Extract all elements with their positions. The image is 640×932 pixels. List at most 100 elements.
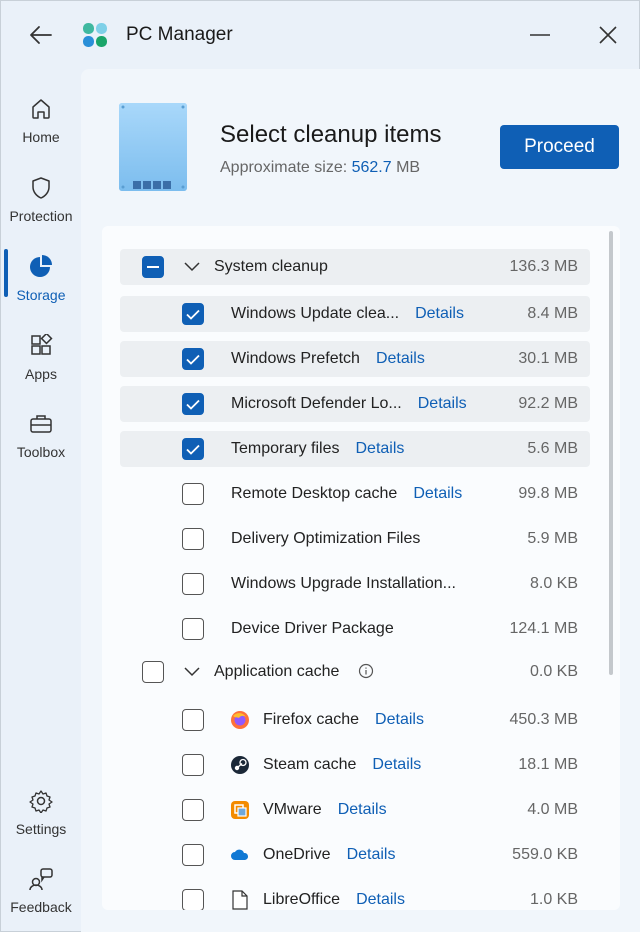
nav-item-feedback[interactable]: Feedback	[1, 857, 81, 929]
app-cache-row[interactable]: Steam cache Details 18.1 MB	[120, 747, 590, 783]
system-cleanup-row[interactable]: Temporary files Details 5.6 MB	[120, 431, 590, 467]
details-link[interactable]: Details	[413, 485, 462, 502]
item-checkbox[interactable]	[182, 889, 204, 910]
pc-manager-window: PC Manager Home Protection Storage Apps …	[0, 0, 640, 932]
chevron-down-icon	[184, 262, 200, 272]
approximate-size-label: Approximate size:	[220, 159, 352, 176]
group-checkbox-system-cleanup[interactable]	[142, 256, 164, 278]
steam-icon	[230, 755, 250, 775]
group-checkbox-application-cache[interactable]	[142, 661, 164, 683]
item-checkbox[interactable]	[182, 573, 204, 595]
app-cache-row[interactable]: OneDrive Details 559.0 KB	[120, 837, 590, 873]
nav-item-storage[interactable]: Storage	[1, 245, 81, 317]
shield-icon	[27, 174, 55, 202]
details-link[interactable]: Details	[418, 395, 467, 412]
details-link[interactable]: Details	[415, 305, 464, 322]
group-size-appcache: 0.0 KB	[529, 663, 578, 680]
nav-item-settings[interactable]: Settings	[1, 779, 81, 851]
group-label-system: System cleanup	[214, 258, 328, 275]
app-cache-row[interactable]: Firefox cache Details 450.3 MB	[120, 702, 590, 738]
details-link[interactable]: Details	[372, 756, 421, 773]
system-cleanup-row[interactable]: Windows Prefetch Details 30.1 MB	[120, 341, 590, 377]
item-checkbox[interactable]	[182, 799, 204, 821]
item-checkbox[interactable]	[182, 483, 204, 505]
system-cleanup-row[interactable]: Device Driver Package 124.1 MB	[120, 611, 590, 647]
item-label-text: Device Driver Package	[231, 620, 394, 637]
system-cleanup-row[interactable]: Windows Upgrade Installation... 8.0 KB	[120, 566, 590, 602]
check-icon	[186, 309, 200, 320]
details-link[interactable]: Details	[355, 440, 404, 457]
item-label: Windows Upgrade Installation...	[231, 575, 456, 593]
approximate-size-unit: MB	[391, 159, 421, 176]
system-cleanup-row[interactable]: Microsoft Defender Lo... Details 92.2 MB	[120, 386, 590, 422]
item-checkbox[interactable]	[182, 528, 204, 550]
item-label-text: Windows Update clea...	[231, 305, 400, 322]
details-link[interactable]: Details	[376, 350, 425, 367]
info-icon[interactable]	[358, 663, 374, 679]
details-link[interactable]: Details	[338, 801, 387, 818]
nav-label-storage: Storage	[16, 287, 66, 303]
group-expander-system[interactable]	[182, 257, 202, 277]
pie-chart-icon	[27, 253, 55, 281]
item-label-text: Temporary files	[231, 440, 340, 457]
app-cache-row[interactable]: LibreOffice Details 1.0 KB	[120, 882, 590, 910]
vmware-icon	[230, 800, 250, 820]
item-size: 124.1 MB	[509, 620, 578, 637]
group-row-application-cache[interactable]: Application cache 0.0 KB	[120, 654, 590, 690]
item-checkbox[interactable]	[182, 393, 204, 415]
libreoffice-icon	[230, 890, 250, 910]
item-size: 4.0 MB	[527, 801, 578, 818]
item-size: 92.2 MB	[518, 395, 578, 412]
item-label: Temporary files Details	[231, 440, 404, 458]
close-button[interactable]	[587, 21, 629, 49]
item-label: Steam cache Details	[263, 756, 421, 774]
gear-icon	[27, 787, 55, 815]
details-link[interactable]: Details	[375, 711, 424, 728]
check-icon	[186, 444, 200, 455]
check-icon	[186, 399, 200, 410]
home-icon	[27, 95, 55, 123]
item-size: 99.8 MB	[518, 485, 578, 502]
proceed-button[interactable]: Proceed	[500, 125, 619, 169]
minimize-button[interactable]	[519, 21, 561, 49]
item-label: Firefox cache Details	[263, 711, 424, 729]
item-size: 5.9 MB	[527, 530, 578, 547]
item-label-text: Steam cache	[263, 756, 357, 773]
nav-item-home[interactable]: Home	[1, 87, 81, 159]
system-cleanup-row[interactable]: Remote Desktop cache Details 99.8 MB	[120, 476, 590, 512]
group-expander-appcache[interactable]	[182, 662, 202, 682]
minimize-icon	[530, 34, 550, 36]
system-cleanup-row[interactable]: Delivery Optimization Files 5.9 MB	[120, 521, 590, 557]
main-panel: Select cleanup items Approximate size: 5…	[81, 69, 640, 932]
item-checkbox[interactable]	[182, 709, 204, 731]
feedback-icon	[27, 865, 55, 893]
nav-item-protection[interactable]: Protection	[1, 166, 81, 238]
check-icon	[186, 354, 200, 365]
item-label: VMware Details	[263, 801, 387, 819]
item-label: LibreOffice Details	[263, 891, 405, 909]
nav-label-protection: Protection	[9, 208, 73, 224]
item-size: 559.0 KB	[512, 846, 578, 863]
list-scrollbar[interactable]	[609, 231, 613, 675]
item-checkbox[interactable]	[182, 348, 204, 370]
item-checkbox[interactable]	[182, 303, 204, 325]
back-button[interactable]	[21, 21, 61, 49]
group-label-appcache: Application cache	[214, 663, 340, 680]
item-label-text: Windows Upgrade Installation...	[231, 575, 456, 592]
app-cache-row[interactable]: VMware Details 4.0 MB	[120, 792, 590, 828]
item-checkbox[interactable]	[182, 754, 204, 776]
item-checkbox[interactable]	[182, 618, 204, 640]
side-navigation: Home Protection Storage Apps Toolbox Set…	[1, 69, 81, 932]
item-checkbox[interactable]	[182, 844, 204, 866]
group-row-system-cleanup[interactable]: System cleanup 136.3 MB	[120, 249, 590, 285]
item-size: 450.3 MB	[509, 711, 578, 728]
details-link[interactable]: Details	[347, 846, 396, 863]
system-cleanup-row[interactable]: Windows Update clea... Details 8.4 MB	[120, 296, 590, 332]
pc-manager-logo	[81, 21, 109, 49]
details-link[interactable]: Details	[356, 891, 405, 908]
back-arrow-icon	[30, 26, 52, 44]
nav-item-toolbox[interactable]: Toolbox	[1, 402, 81, 474]
nav-item-apps[interactable]: Apps	[1, 324, 81, 396]
item-checkbox[interactable]	[182, 438, 204, 460]
apps-icon	[27, 332, 55, 360]
